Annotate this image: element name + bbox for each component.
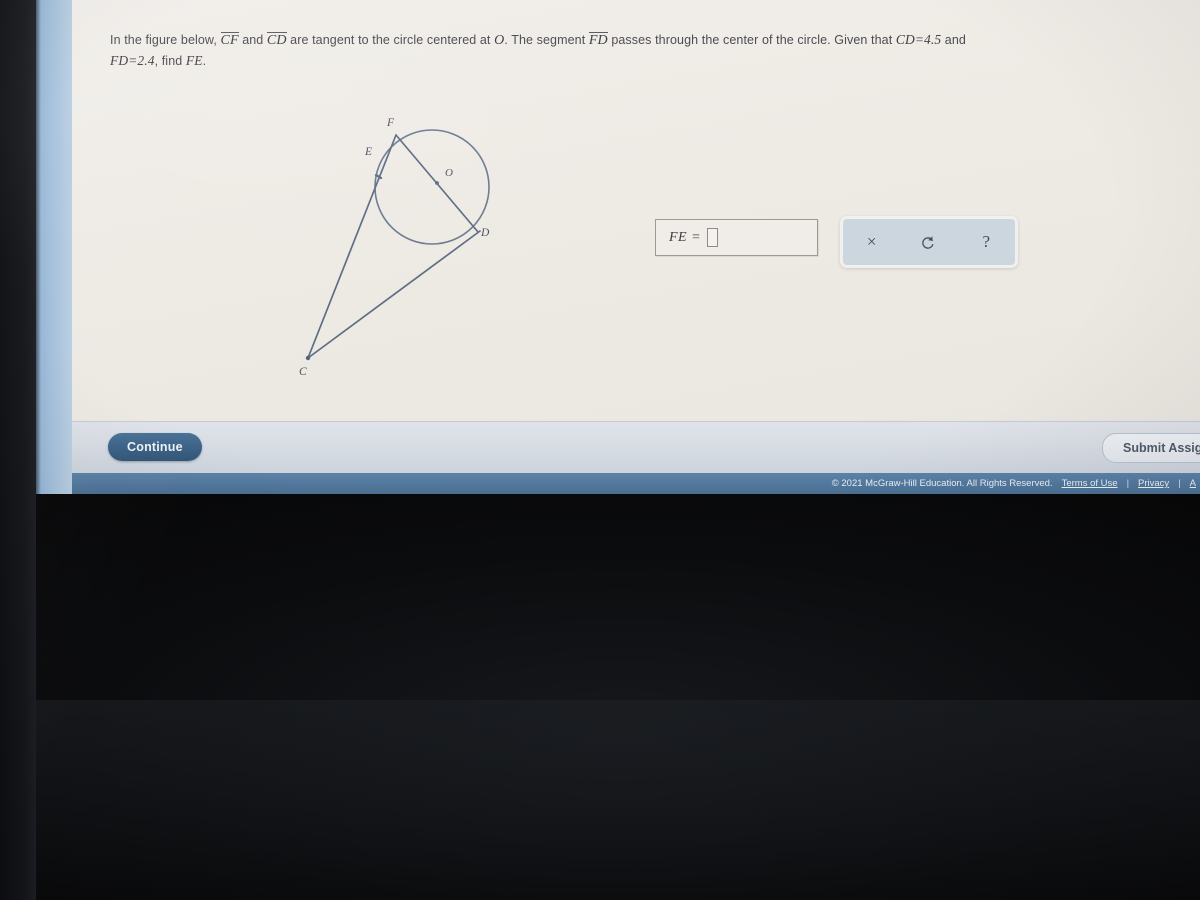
- question-prompt: In the figure below, CF and CD are tange…: [110, 30, 1185, 71]
- figure-label-d: D: [480, 227, 490, 239]
- dark-surroundings-glow: [0, 700, 1200, 900]
- prompt-text-1: In the figure below,: [110, 33, 217, 47]
- answer-label: FE =: [669, 229, 702, 245]
- prompt-text-2: are tangent to the circle centered at: [290, 33, 491, 47]
- answer-toolbar: × ?: [840, 216, 1018, 268]
- given-fd: FD=2.4: [110, 53, 155, 68]
- find-fe: FE: [185, 53, 203, 68]
- vertex-point-c: [305, 355, 311, 361]
- accessibility-link[interactable]: A: [1190, 478, 1196, 489]
- photo-of-screen: In the figure below, CF and CD are tange…: [0, 0, 1200, 900]
- prompt-text-3: . The segment: [504, 33, 586, 47]
- figure-svg: F E O D C: [299, 117, 490, 378]
- prompt-text-4: passes through the center of the circle.…: [611, 33, 893, 47]
- screen-bezel-left: [0, 0, 36, 900]
- web-page: In the figure below, CF and CD are tange…: [72, 0, 1200, 494]
- prompt-period: .: [202, 54, 207, 68]
- continue-button[interactable]: Continue: [108, 433, 202, 461]
- prompt-and-1: and: [242, 33, 264, 47]
- browser-edge-strip: [36, 0, 72, 494]
- undo-icon[interactable]: [912, 234, 946, 251]
- segment-cf: CF: [220, 32, 239, 48]
- answer-input[interactable]: [707, 228, 719, 247]
- given-cd: CD=4.5: [895, 32, 942, 47]
- center-point-o: [435, 181, 439, 185]
- answer-field-container[interactable]: FE =: [655, 219, 818, 256]
- segment-cd: CD: [266, 32, 287, 48]
- footer-content: © 2021 McGraw-Hill Education. All Rights…: [832, 478, 1200, 489]
- browser-edge-shadow: [36, 0, 41, 494]
- clear-icon[interactable]: ×: [855, 232, 889, 252]
- privacy-link[interactable]: Privacy: [1138, 478, 1169, 489]
- footer-bar: © 2021 McGraw-Hill Education. All Rights…: [72, 473, 1200, 494]
- figure-label-c: C: [299, 366, 307, 378]
- submit-assignment-button[interactable]: Submit Assignment: [1102, 433, 1200, 463]
- prompt-text-5: , find: [154, 54, 183, 68]
- prompt-and-2: and: [944, 33, 966, 47]
- point-o-label: O: [494, 33, 505, 48]
- action-bar: Continue Submit Assignment: [72, 421, 1200, 474]
- terms-of-use-link[interactable]: Terms of Use: [1062, 478, 1118, 489]
- figure-label-f: F: [386, 117, 395, 129]
- footer-separator-1: |: [1126, 478, 1130, 489]
- question-content-area: In the figure below, CF and CD are tange…: [72, 0, 1200, 421]
- copyright-text: © 2021 McGraw-Hill Education. All Rights…: [831, 478, 1053, 489]
- figure-label-o: O: [445, 167, 453, 179]
- help-icon[interactable]: ?: [969, 232, 1003, 252]
- geometry-figure: F E O D C: [282, 100, 542, 405]
- footer-separator-2: |: [1178, 478, 1181, 489]
- figure-label-e: E: [364, 146, 372, 158]
- segment-fd: FD: [588, 32, 608, 48]
